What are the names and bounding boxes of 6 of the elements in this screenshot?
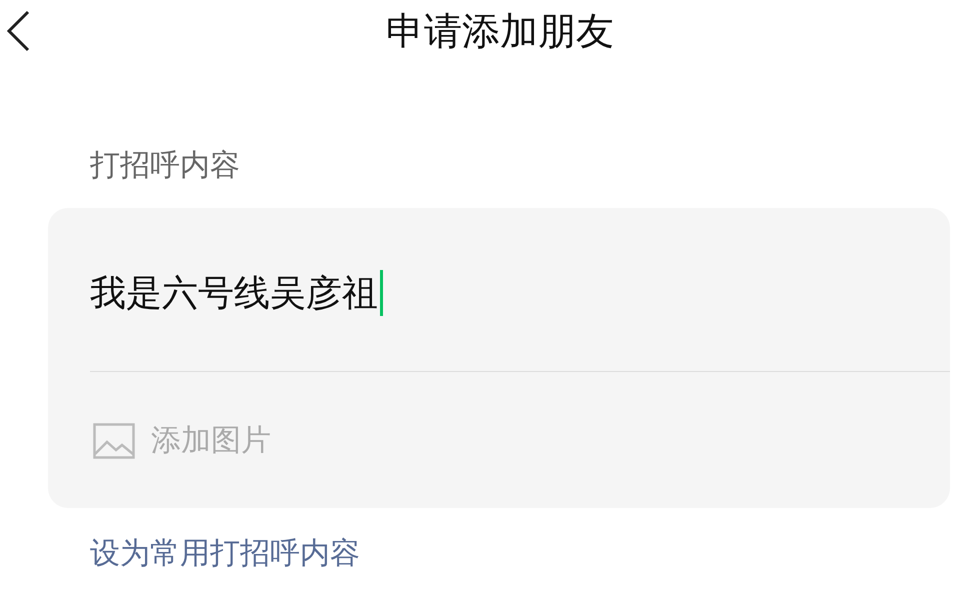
greeting-field[interactable]: 我是六号线吴彦祖 xyxy=(90,268,383,318)
page-title: 申请添加朋友 xyxy=(385,8,614,54)
image-icon xyxy=(93,422,135,458)
set-default-link[interactable]: 设为常用打招呼内容 xyxy=(90,534,360,574)
back-icon[interactable] xyxy=(5,10,31,52)
section-label: 打招呼内容 xyxy=(90,147,241,185)
